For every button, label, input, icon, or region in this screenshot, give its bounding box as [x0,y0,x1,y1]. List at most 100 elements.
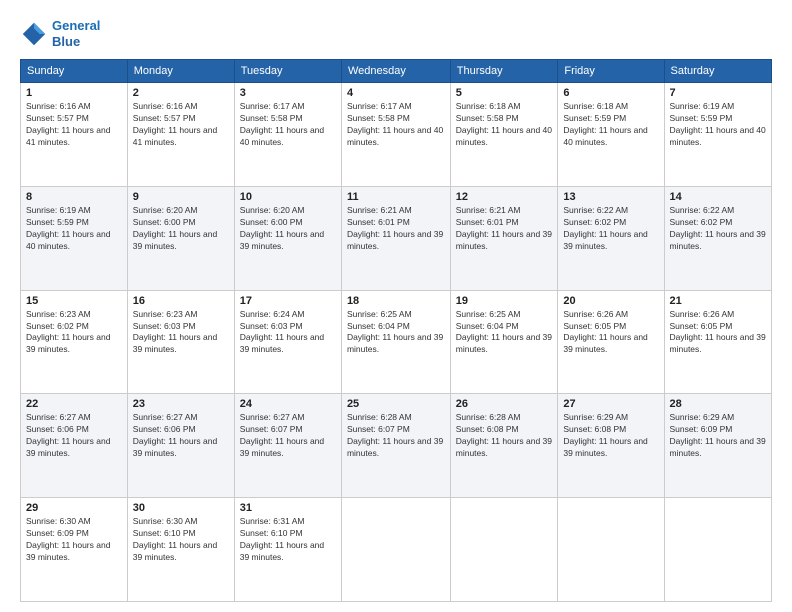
calendar-cell: 16 Sunrise: 6:23 AM Sunset: 6:03 PM Dayl… [127,290,234,394]
day-of-week-header: Wednesday [341,60,450,83]
day-content: Sunrise: 6:25 AM Sunset: 6:04 PM Dayligh… [456,309,553,357]
calendar-week-row: 15 Sunrise: 6:23 AM Sunset: 6:02 PM Dayl… [21,290,772,394]
calendar-cell: 15 Sunrise: 6:23 AM Sunset: 6:02 PM Dayl… [21,290,128,394]
calendar: SundayMondayTuesdayWednesdayThursdayFrid… [20,59,772,602]
calendar-cell [664,498,771,602]
day-content: Sunrise: 6:26 AM Sunset: 6:05 PM Dayligh… [563,309,658,357]
calendar-cell: 17 Sunrise: 6:24 AM Sunset: 6:03 PM Dayl… [234,290,341,394]
day-content: Sunrise: 6:27 AM Sunset: 6:06 PM Dayligh… [26,412,122,460]
day-number: 18 [347,295,445,307]
day-content: Sunrise: 6:19 AM Sunset: 5:59 PM Dayligh… [26,205,122,253]
day-content: Sunrise: 6:17 AM Sunset: 5:58 PM Dayligh… [240,101,336,149]
day-number: 23 [133,398,229,410]
day-number: 13 [563,191,658,203]
day-content: Sunrise: 6:29 AM Sunset: 6:09 PM Dayligh… [670,412,766,460]
day-content: Sunrise: 6:30 AM Sunset: 6:09 PM Dayligh… [26,516,122,564]
calendar-cell: 20 Sunrise: 6:26 AM Sunset: 6:05 PM Dayl… [558,290,664,394]
day-number: 8 [26,191,122,203]
calendar-cell: 27 Sunrise: 6:29 AM Sunset: 6:08 PM Dayl… [558,394,664,498]
day-content: Sunrise: 6:19 AM Sunset: 5:59 PM Dayligh… [670,101,766,149]
calendar-cell: 1 Sunrise: 6:16 AM Sunset: 5:57 PM Dayli… [21,83,128,187]
day-content: Sunrise: 6:28 AM Sunset: 6:07 PM Dayligh… [347,412,445,460]
day-number: 19 [456,295,553,307]
day-content: Sunrise: 6:27 AM Sunset: 6:06 PM Dayligh… [133,412,229,460]
calendar-cell: 24 Sunrise: 6:27 AM Sunset: 6:07 PM Dayl… [234,394,341,498]
calendar-cell: 30 Sunrise: 6:30 AM Sunset: 6:10 PM Dayl… [127,498,234,602]
day-number: 30 [133,502,229,514]
day-number: 7 [670,87,766,99]
day-number: 1 [26,87,122,99]
calendar-cell: 4 Sunrise: 6:17 AM Sunset: 5:58 PM Dayli… [341,83,450,187]
calendar-cell: 23 Sunrise: 6:27 AM Sunset: 6:06 PM Dayl… [127,394,234,498]
calendar-cell: 18 Sunrise: 6:25 AM Sunset: 6:04 PM Dayl… [341,290,450,394]
calendar-cell: 11 Sunrise: 6:21 AM Sunset: 6:01 PM Dayl… [341,186,450,290]
calendar-body: 1 Sunrise: 6:16 AM Sunset: 5:57 PM Dayli… [21,83,772,602]
header: General Blue [20,18,772,49]
day-content: Sunrise: 6:31 AM Sunset: 6:10 PM Dayligh… [240,516,336,564]
day-number: 10 [240,191,336,203]
day-content: Sunrise: 6:22 AM Sunset: 6:02 PM Dayligh… [670,205,766,253]
day-content: Sunrise: 6:28 AM Sunset: 6:08 PM Dayligh… [456,412,553,460]
day-number: 25 [347,398,445,410]
calendar-cell: 21 Sunrise: 6:26 AM Sunset: 6:05 PM Dayl… [664,290,771,394]
day-content: Sunrise: 6:27 AM Sunset: 6:07 PM Dayligh… [240,412,336,460]
day-number: 9 [133,191,229,203]
day-content: Sunrise: 6:20 AM Sunset: 6:00 PM Dayligh… [133,205,229,253]
day-content: Sunrise: 6:16 AM Sunset: 5:57 PM Dayligh… [26,101,122,149]
day-content: Sunrise: 6:18 AM Sunset: 5:59 PM Dayligh… [563,101,658,149]
calendar-cell: 5 Sunrise: 6:18 AM Sunset: 5:58 PM Dayli… [450,83,558,187]
calendar-cell: 28 Sunrise: 6:29 AM Sunset: 6:09 PM Dayl… [664,394,771,498]
day-content: Sunrise: 6:20 AM Sunset: 6:00 PM Dayligh… [240,205,336,253]
day-number: 14 [670,191,766,203]
calendar-cell: 7 Sunrise: 6:19 AM Sunset: 5:59 PM Dayli… [664,83,771,187]
calendar-cell: 26 Sunrise: 6:28 AM Sunset: 6:08 PM Dayl… [450,394,558,498]
day-of-week-header: Tuesday [234,60,341,83]
day-content: Sunrise: 6:30 AM Sunset: 6:10 PM Dayligh… [133,516,229,564]
calendar-cell: 10 Sunrise: 6:20 AM Sunset: 6:00 PM Dayl… [234,186,341,290]
calendar-cell: 13 Sunrise: 6:22 AM Sunset: 6:02 PM Dayl… [558,186,664,290]
calendar-week-row: 1 Sunrise: 6:16 AM Sunset: 5:57 PM Dayli… [21,83,772,187]
calendar-cell: 12 Sunrise: 6:21 AM Sunset: 6:01 PM Dayl… [450,186,558,290]
day-content: Sunrise: 6:24 AM Sunset: 6:03 PM Dayligh… [240,309,336,357]
calendar-cell: 25 Sunrise: 6:28 AM Sunset: 6:07 PM Dayl… [341,394,450,498]
day-of-week-header: Saturday [664,60,771,83]
calendar-cell: 19 Sunrise: 6:25 AM Sunset: 6:04 PM Dayl… [450,290,558,394]
calendar-week-row: 29 Sunrise: 6:30 AM Sunset: 6:09 PM Dayl… [21,498,772,602]
logo-text: General Blue [52,18,100,49]
day-number: 3 [240,87,336,99]
calendar-week-row: 22 Sunrise: 6:27 AM Sunset: 6:06 PM Dayl… [21,394,772,498]
calendar-cell: 2 Sunrise: 6:16 AM Sunset: 5:57 PM Dayli… [127,83,234,187]
calendar-cell: 31 Sunrise: 6:31 AM Sunset: 6:10 PM Dayl… [234,498,341,602]
day-content: Sunrise: 6:23 AM Sunset: 6:02 PM Dayligh… [26,309,122,357]
day-of-week-header: Sunday [21,60,128,83]
day-number: 4 [347,87,445,99]
day-number: 26 [456,398,553,410]
day-number: 31 [240,502,336,514]
day-of-week-header: Friday [558,60,664,83]
day-of-week-header: Monday [127,60,234,83]
day-content: Sunrise: 6:23 AM Sunset: 6:03 PM Dayligh… [133,309,229,357]
day-content: Sunrise: 6:18 AM Sunset: 5:58 PM Dayligh… [456,101,553,149]
calendar-cell: 29 Sunrise: 6:30 AM Sunset: 6:09 PM Dayl… [21,498,128,602]
day-number: 24 [240,398,336,410]
calendar-week-row: 8 Sunrise: 6:19 AM Sunset: 5:59 PM Dayli… [21,186,772,290]
calendar-cell: 14 Sunrise: 6:22 AM Sunset: 6:02 PM Dayl… [664,186,771,290]
day-number: 12 [456,191,553,203]
logo-icon [20,20,48,48]
day-content: Sunrise: 6:26 AM Sunset: 6:05 PM Dayligh… [670,309,766,357]
day-content: Sunrise: 6:21 AM Sunset: 6:01 PM Dayligh… [456,205,553,253]
calendar-cell: 9 Sunrise: 6:20 AM Sunset: 6:00 PM Dayli… [127,186,234,290]
page: General Blue SundayMondayTuesdayWednesda… [0,0,792,612]
day-number: 2 [133,87,229,99]
day-number: 5 [456,87,553,99]
calendar-cell: 8 Sunrise: 6:19 AM Sunset: 5:59 PM Dayli… [21,186,128,290]
day-number: 15 [26,295,122,307]
calendar-cell: 22 Sunrise: 6:27 AM Sunset: 6:06 PM Dayl… [21,394,128,498]
day-of-week-header: Thursday [450,60,558,83]
day-content: Sunrise: 6:25 AM Sunset: 6:04 PM Dayligh… [347,309,445,357]
calendar-cell: 3 Sunrise: 6:17 AM Sunset: 5:58 PM Dayli… [234,83,341,187]
day-number: 28 [670,398,766,410]
day-content: Sunrise: 6:16 AM Sunset: 5:57 PM Dayligh… [133,101,229,149]
day-number: 11 [347,191,445,203]
day-number: 29 [26,502,122,514]
